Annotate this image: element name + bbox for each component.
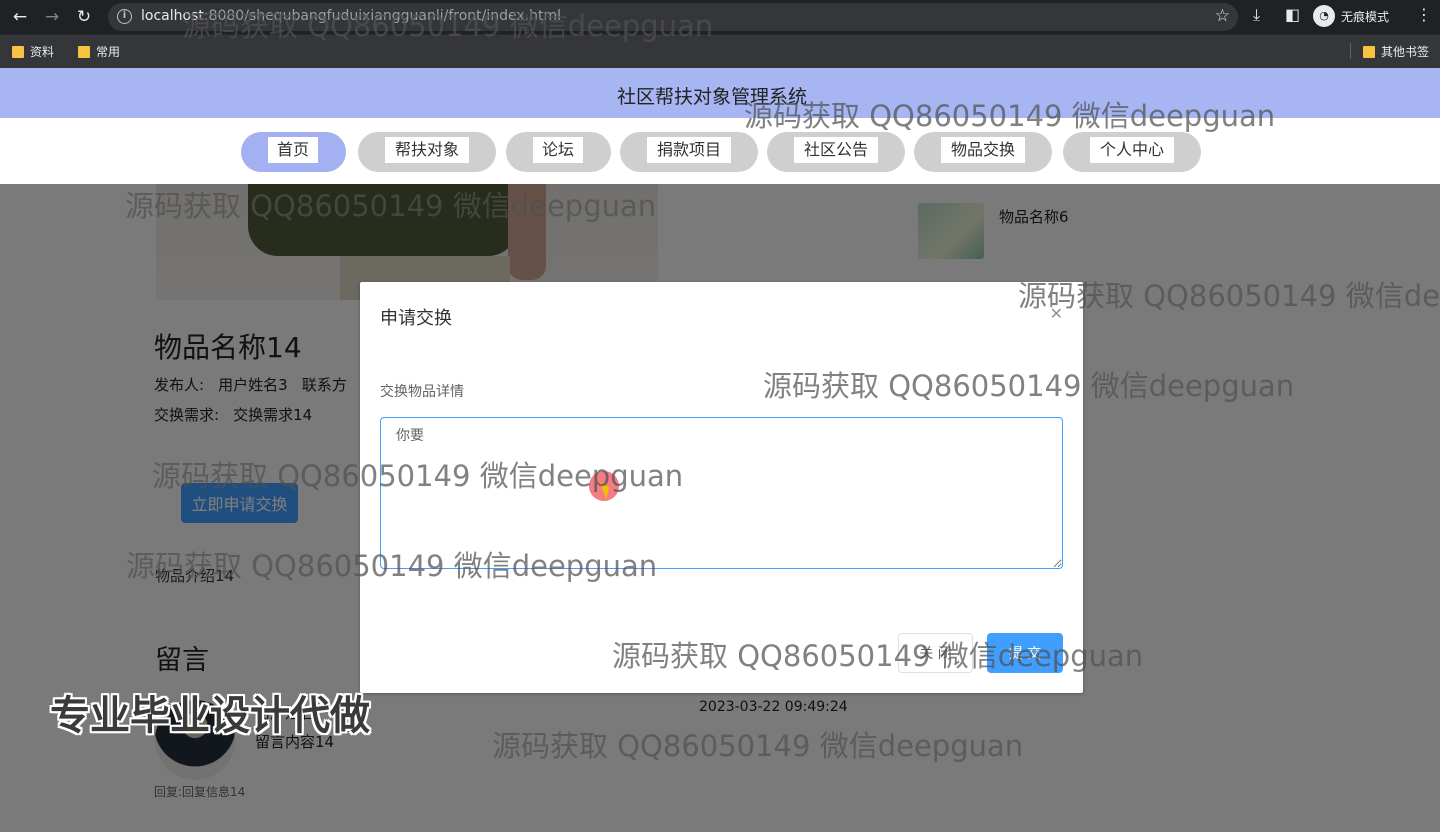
- nav-item-exchange[interactable]: 物品交换: [914, 132, 1052, 172]
- nav-forum[interactable]: 论坛: [506, 132, 611, 172]
- address-bar[interactable]: i localhost:8080/shequbangfuduixiangguan…: [108, 3, 1238, 31]
- browser-toolbar: ← → ↻ i localhost:8080/shequbangfuduixia…: [0, 0, 1440, 34]
- bookmark-star-icon[interactable]: ☆: [1215, 6, 1230, 26]
- sidepanel-icon[interactable]: ◧: [1285, 5, 1300, 24]
- site-info-icon[interactable]: i: [117, 9, 132, 24]
- submit-button[interactable]: 提 交: [987, 633, 1063, 673]
- cancel-button[interactable]: 关 闭: [898, 633, 973, 673]
- url-host: localhost: [141, 8, 204, 24]
- bookmarks-divider: [1350, 43, 1351, 59]
- back-icon[interactable]: ←: [8, 5, 32, 29]
- promo-badge-text: 专业毕业设计代做: [50, 693, 370, 739]
- other-bookmarks[interactable]: 其他书签: [1363, 43, 1429, 60]
- incognito-label: 无痕模式: [1341, 9, 1390, 24]
- bookmark-folder-ziliao[interactable]: 资料: [12, 43, 54, 60]
- folder-icon: [78, 45, 90, 58]
- nav-help-targets[interactable]: 帮扶对象: [358, 132, 496, 172]
- nav-donation-projects[interactable]: 捐款项目: [620, 132, 758, 172]
- bookmarks-bar: 资料 常用 其他书签: [0, 34, 1440, 68]
- nav-label: 个人中心: [1090, 137, 1174, 163]
- exchange-details-textarea[interactable]: 你要: [380, 417, 1063, 569]
- close-icon[interactable]: ✕: [1050, 304, 1063, 323]
- nav-label: 首页: [268, 137, 318, 163]
- bookmark-folder-changyong[interactable]: 常用: [78, 43, 120, 60]
- reload-icon[interactable]: ↻: [72, 5, 96, 29]
- bookmark-label: 常用: [96, 45, 121, 59]
- bookmark-label: 资料: [30, 45, 55, 59]
- nav-label: 社区公告: [794, 137, 878, 163]
- site-header: 社区帮扶对象管理系统: [0, 68, 1440, 118]
- nav-personal-center[interactable]: 个人中心: [1063, 132, 1201, 172]
- site-title: 社区帮扶对象管理系统: [616, 86, 807, 108]
- folder-icon: [12, 45, 24, 58]
- forward-icon[interactable]: →: [40, 5, 64, 29]
- address-url[interactable]: localhost:8080/shequbangfuduixiangguanli…: [141, 8, 561, 24]
- nav-home[interactable]: 首页: [241, 132, 346, 172]
- folder-icon: [1363, 45, 1375, 58]
- nav-community-notices[interactable]: 社区公告: [767, 132, 905, 172]
- nav-label: 物品交换: [941, 137, 1025, 163]
- nav-label: 帮扶对象: [385, 137, 469, 163]
- download-icon[interactable]: ⤓: [1253, 5, 1260, 25]
- nav-label: 捐款项目: [647, 137, 731, 163]
- main-nav: 首页 帮扶对象 论坛 捐款项目 社区公告 物品交换 个人中心: [0, 118, 1440, 184]
- incognito-icon: ◔: [1313, 5, 1335, 27]
- apply-exchange-dialog: 申请交换 ✕ 交换物品详情 你要 关 闭 提 交: [360, 282, 1083, 693]
- nav-label: 论坛: [533, 137, 583, 163]
- url-path: :8080/shequbangfuduixiangguanli/front/in…: [203, 8, 562, 24]
- dialog-title: 申请交换: [380, 308, 452, 329]
- other-bookmarks-label: 其他书签: [1381, 45, 1430, 59]
- incognito-indicator[interactable]: ◔ 无痕模式: [1313, 4, 1389, 28]
- exchange-details-label: 交换物品详情: [380, 384, 464, 400]
- menu-kebab-icon[interactable]: ⋮: [1416, 5, 1432, 24]
